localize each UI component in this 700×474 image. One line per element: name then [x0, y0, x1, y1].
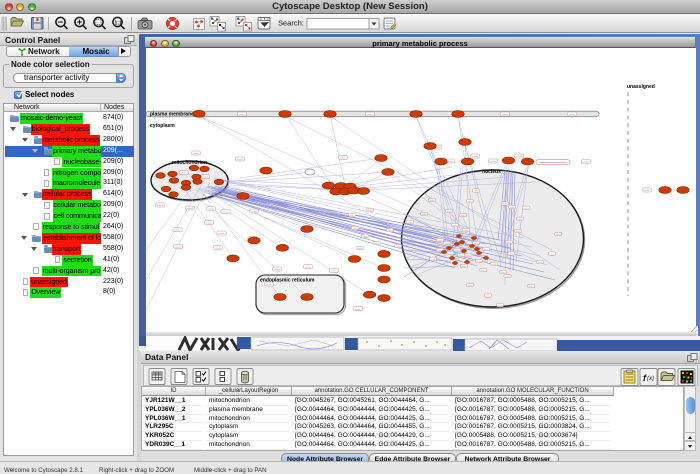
svg-text:mitochondrion: mitochondrion [172, 160, 207, 166]
svg-text:nucleus: nucleus [482, 169, 501, 175]
svg-text:plasma membrane: plasma membrane [150, 112, 194, 118]
svg-text:(x): (x) [647, 376, 654, 382]
svg-text:unassigned: unassigned [627, 84, 655, 90]
svg-text:Search:: Search: [278, 19, 304, 28]
svg-text:cytoplasm: cytoplasm [150, 123, 175, 129]
svg-text:1:1: 1:1 [115, 21, 122, 27]
